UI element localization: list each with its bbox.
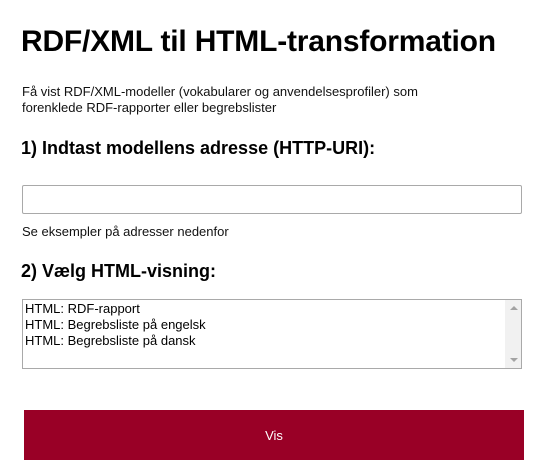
option-rdf-report[interactable]: HTML: RDF-rapport — [25, 301, 521, 317]
show-button[interactable]: Vis — [24, 410, 524, 460]
html-view-options: HTML: RDF-rapport HTML: Begrebsliste på … — [23, 300, 521, 349]
scroll-up-arrow-icon[interactable] — [506, 300, 521, 316]
page-title: RDF/XML til HTML-transformation — [21, 25, 496, 58]
scroll-down-arrow-icon[interactable] — [506, 352, 521, 368]
step2-heading: 2) Vælg HTML-visning: — [21, 261, 216, 281]
html-view-listbox[interactable]: HTML: RDF-rapport HTML: Begrebsliste på … — [22, 299, 522, 369]
model-uri-input[interactable] — [22, 185, 522, 214]
option-concept-list-english[interactable]: HTML: Begrebsliste på engelsk — [25, 317, 521, 333]
listbox-scrollbar[interactable] — [505, 300, 521, 368]
intro-text: Få vist RDF/XML-modeller (vokabularer og… — [22, 84, 418, 115]
uri-hint: Se eksempler på adresser nedenfor — [22, 224, 229, 239]
page: RDF/XML til HTML-transformation Få vist … — [0, 0, 547, 472]
step1-heading: 1) Indtast modellens adresse (HTTP-URI): — [21, 138, 376, 158]
option-concept-list-danish[interactable]: HTML: Begrebsliste på dansk — [25, 333, 521, 349]
